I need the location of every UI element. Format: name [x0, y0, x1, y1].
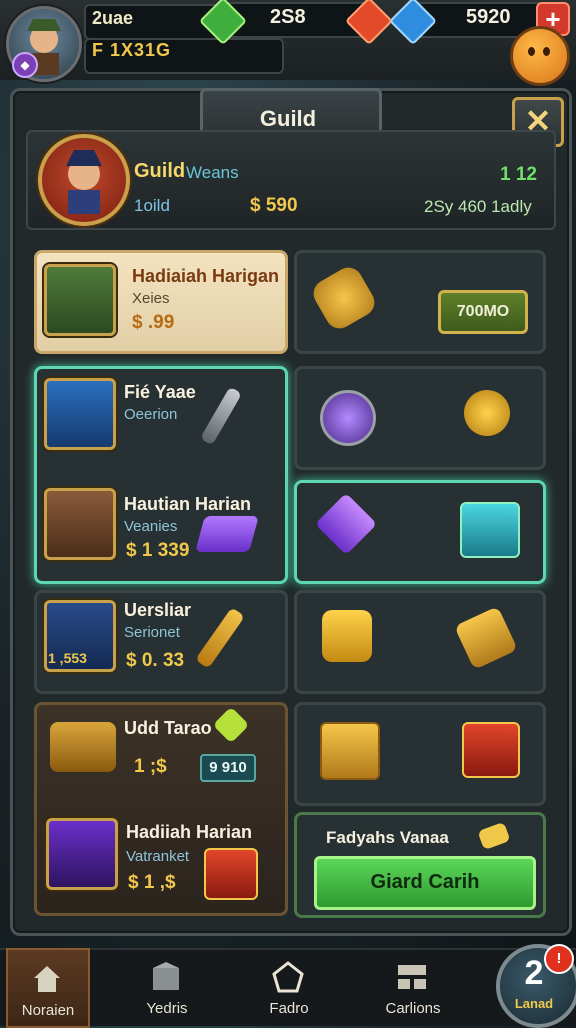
nav-label: Noraien [21, 1002, 75, 1019]
warrior-portrait-icon [44, 488, 116, 560]
gem-amount: 5920 [466, 6, 511, 28]
emote-button[interactable] [510, 26, 570, 86]
guild-name: Guild [134, 160, 186, 182]
item-title: Hadiaiah Harigan [132, 266, 280, 286]
guild-progress: 2Sy 460 1adly [424, 197, 532, 216]
red-gift-icon [204, 848, 258, 900]
guild-level: 1 12 [500, 164, 537, 185]
item-badge: 1 ,553 [48, 650, 87, 666]
level-label: Lanad [514, 996, 554, 1011]
lightning-staff-icon [44, 378, 116, 450]
offer-label: Fadyahs Vanaa [326, 828, 449, 847]
item-title: Uersliar [124, 600, 192, 620]
grid-icon [398, 965, 426, 989]
horn-icon [322, 610, 372, 662]
item-subtitle: Veanies [124, 518, 178, 535]
item-price: $ 0. 33 [126, 650, 185, 671]
treasure-chest-icon [320, 722, 380, 780]
gold-amount: 2S8 [270, 6, 306, 28]
guild-coins: $ 590 [250, 195, 298, 216]
item-chip: 9 910 [200, 754, 256, 782]
item-subtitle: Serionet [124, 624, 180, 641]
rank-badge-icon: ◆ [12, 52, 38, 78]
nav-home[interactable]: Noraien [6, 948, 90, 1028]
player-power: F 1X31G [92, 40, 172, 60]
emote-eye-right [543, 47, 550, 56]
nav-settings[interactable]: Carlions [358, 948, 468, 1024]
player-name: 2uae [92, 8, 134, 28]
item-price: $ 1 339 [126, 540, 190, 561]
pentagon-icon [272, 961, 304, 993]
item-title: Udd Tarao [124, 718, 212, 738]
item-price: $ 1 ,$ [128, 872, 176, 893]
nav-map[interactable]: Fadro [234, 948, 344, 1024]
emote-eye-left [528, 47, 535, 56]
gift-box-red-icon [462, 722, 520, 778]
armor-bundle-icon [44, 264, 116, 336]
claim-button[interactable]: Giard Carih [314, 856, 536, 910]
box-icon [153, 962, 179, 990]
item-subtitle: Oeerion [124, 406, 178, 423]
guild-leader-icon [66, 150, 102, 214]
crystal-icon [195, 516, 259, 552]
item-price: 1 ;$ [134, 756, 167, 777]
item-subtitle: Vatranket [126, 848, 190, 865]
item-title: Fié Yaae [124, 382, 196, 402]
item-price: $ .99 [132, 312, 175, 333]
home-icon [34, 966, 60, 992]
item-title: Hadiiah Harian [126, 822, 253, 842]
nav-label: Fadro [269, 1000, 309, 1017]
amulet-icon [320, 390, 376, 446]
notification-badge: ! [544, 944, 574, 974]
helmet-icon [50, 722, 116, 772]
guild-tag: Weans [186, 163, 239, 182]
guild-emblem[interactable] [38, 134, 130, 226]
item-title: Hautian Harian [124, 494, 252, 514]
nav-label: Carlions [385, 1000, 441, 1017]
price-chip-button[interactable]: 700MO [438, 290, 528, 334]
nav-storage[interactable]: Yedris [112, 948, 222, 1024]
gift-box-icon [460, 502, 520, 558]
gold-pouch-icon [464, 390, 510, 436]
magic-wand-icon [46, 818, 118, 890]
item-subtitle: Xeies [132, 290, 170, 307]
panel-title: Guild [259, 106, 317, 131]
guild-members: 1oild [134, 196, 170, 215]
nav-label: Yedris [146, 1000, 188, 1017]
